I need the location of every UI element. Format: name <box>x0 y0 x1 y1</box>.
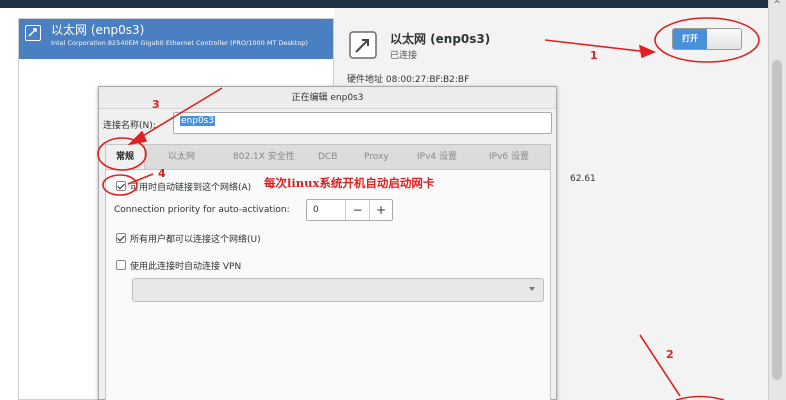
priority-stepper[interactable]: 0 − + <box>306 199 393 221</box>
auto-connect-checkbox[interactable] <box>116 181 126 191</box>
tab-proxy[interactable]: Proxy <box>364 145 389 169</box>
auto-vpn-label: 使用此连接时自动连接 VPN <box>130 262 242 272</box>
device-description: Intel Corporation 82540EM Gigabit Ethern… <box>51 39 308 47</box>
top-bar <box>0 0 768 8</box>
tab-ipv6[interactable]: IPv6 设置 <box>489 145 529 169</box>
network-wired-icon <box>25 25 41 41</box>
connection-title: 以太网 (enp0s3) <box>390 32 491 46</box>
auto-connect-row[interactable]: 可用时自动链接到这个网络(A) <box>116 180 251 193</box>
all-users-row[interactable]: 所有用户都可以连接这个网络(U) <box>116 232 261 245</box>
scrollbar-thumb[interactable] <box>772 60 782 380</box>
hardware-address: 硬件地址 08:00:27:BF:B2:BF <box>347 75 470 85</box>
network-wired-icon <box>348 30 378 60</box>
vpn-select[interactable] <box>132 278 544 302</box>
list-item[interactable]: 以太网 (enp0s3) Intel Corporation 82540EM G… <box>19 19 333 59</box>
dialog-title: 正在编辑 enp0s3 <box>99 87 556 109</box>
connection-status: 已连接 <box>390 51 418 61</box>
general-tab-content: 可用时自动链接到这个网络(A) Connection priority for … <box>105 170 551 400</box>
tab-ethernet[interactable]: 以太网 <box>168 145 195 169</box>
tab-8021x-security[interactable]: 802.1X 安全性 <box>233 145 295 169</box>
auto-vpn-row[interactable]: 使用此连接时自动连接 VPN <box>116 259 241 272</box>
chevron-down-icon <box>529 287 535 291</box>
tab-ipv4[interactable]: IPv4 设置 <box>417 145 457 169</box>
auto-connect-label: 可用时自动链接到这个网络(A) <box>130 183 252 193</box>
connection-toggle[interactable]: 打开 <box>672 28 742 50</box>
edit-connection-dialog: 正在编辑 enp0s3 连接名称(N): enp0s3 常规 以太网 802.1… <box>98 86 557 400</box>
tab-dcb[interactable]: DCB <box>318 145 337 169</box>
all-users-checkbox[interactable] <box>116 233 126 243</box>
all-users-label: 所有用户都可以连接这个网络(U) <box>130 235 261 245</box>
priority-label: Connection priority for auto-activation: <box>114 205 290 215</box>
connection-name-input[interactable]: enp0s3 <box>173 112 552 134</box>
increment-button[interactable]: + <box>369 200 392 220</box>
toggle-on-label: 打开 <box>673 29 707 49</box>
ip-address-fragment: 62.61 <box>570 174 596 184</box>
annotation-note: 每次linux系统开机自动启动网卡 <box>264 176 435 190</box>
toggle-knob[interactable] <box>707 29 741 49</box>
settings-tabs: 常规 以太网 802.1X 安全性 DCB Proxy IPv4 设置 IPv6… <box>105 144 551 170</box>
device-name: 以太网 (enp0s3) <box>51 23 145 37</box>
decrement-button[interactable]: − <box>345 200 369 220</box>
connection-name-value: enp0s3 <box>180 116 216 126</box>
scrollbar[interactable]: ^ <box>768 0 786 400</box>
priority-value[interactable]: 0 <box>313 205 319 215</box>
auto-vpn-checkbox[interactable] <box>116 260 126 270</box>
connection-name-label: 连接名称(N): <box>103 121 156 131</box>
chevron-up-icon[interactable]: ^ <box>771 0 783 10</box>
tab-general[interactable]: 常规 <box>106 145 146 169</box>
